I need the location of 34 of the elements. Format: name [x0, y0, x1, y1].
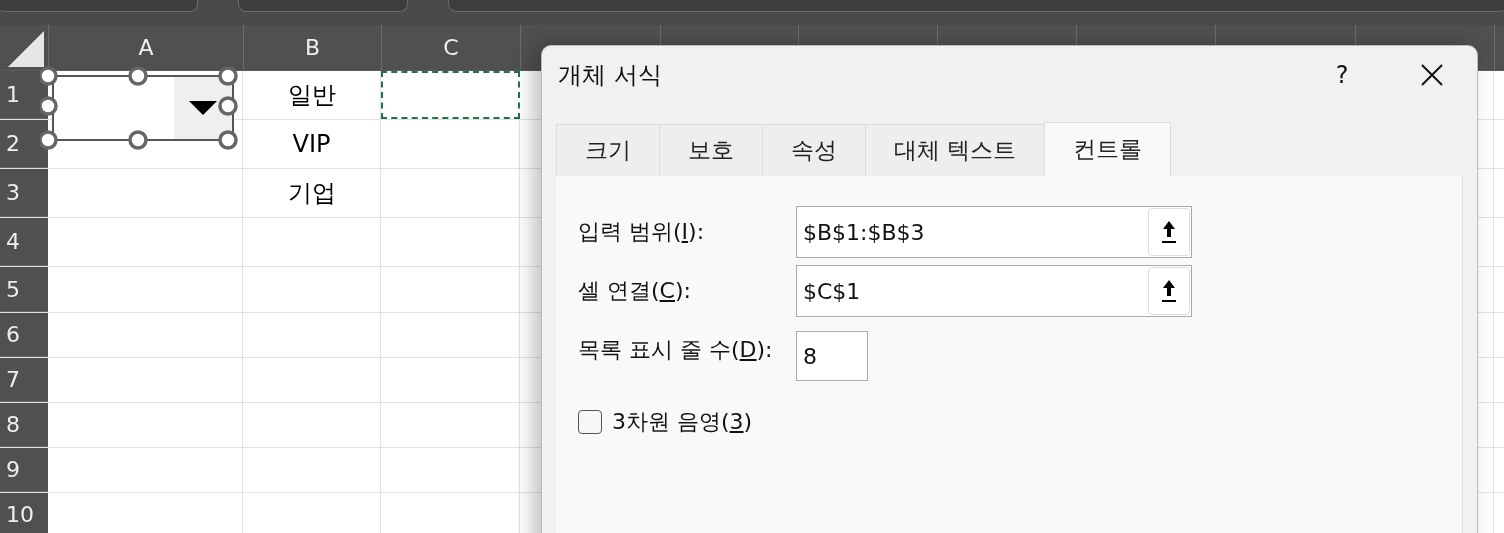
- row-header[interactable]: 8: [6, 412, 20, 437]
- field-label: 셀 연결(C):: [578, 277, 692, 305]
- row-header[interactable]: 6: [6, 322, 20, 347]
- row-header[interactable]: 1: [6, 82, 20, 107]
- help-button[interactable]: ?: [1317, 50, 1367, 100]
- up-arrow-icon: [1161, 220, 1177, 244]
- checkbox[interactable]: [578, 410, 602, 434]
- column-header[interactable]: A: [138, 35, 154, 60]
- dropdown-arrow-icon: [188, 100, 218, 116]
- field-label: 목록 표시 줄 수(D):: [578, 336, 774, 364]
- close-icon: [1421, 64, 1443, 86]
- row-header[interactable]: 9: [6, 457, 20, 482]
- collapse-dialog-button[interactable]: [1148, 267, 1190, 315]
- table-cell-text: 기업: [287, 178, 336, 209]
- checkbox-label[interactable]: 3차원 음영(3): [612, 407, 753, 437]
- table-cell-text: 일반: [287, 80, 336, 111]
- table-cell: VIP: [292, 130, 331, 158]
- collapse-dialog-button[interactable]: [1148, 208, 1190, 256]
- row-header[interactable]: 2: [6, 131, 20, 156]
- row-header[interactable]: 3: [6, 180, 20, 205]
- input-field[interactable]: $C$1: [796, 265, 1192, 317]
- row-header[interactable]: 7: [6, 367, 20, 392]
- row-header[interactable]: 4: [6, 229, 20, 254]
- tab[interactable]: 컨트롤: [1044, 122, 1172, 176]
- combo-box-control[interactable]: [52, 75, 234, 141]
- row-header[interactable]: 5: [6, 276, 20, 302]
- input-field[interactable]: $B$1:$B$3: [796, 206, 1192, 258]
- tab[interactable]: 크기: [556, 124, 660, 176]
- field-label: 입력 범위(I):: [578, 218, 706, 246]
- up-arrow-icon: [1161, 279, 1177, 303]
- column-header[interactable]: B: [304, 35, 321, 60]
- input-field[interactable]: 8: [796, 331, 868, 381]
- column-header[interactable]: C: [443, 35, 459, 60]
- dialog-title: 개체 서식: [558, 60, 663, 91]
